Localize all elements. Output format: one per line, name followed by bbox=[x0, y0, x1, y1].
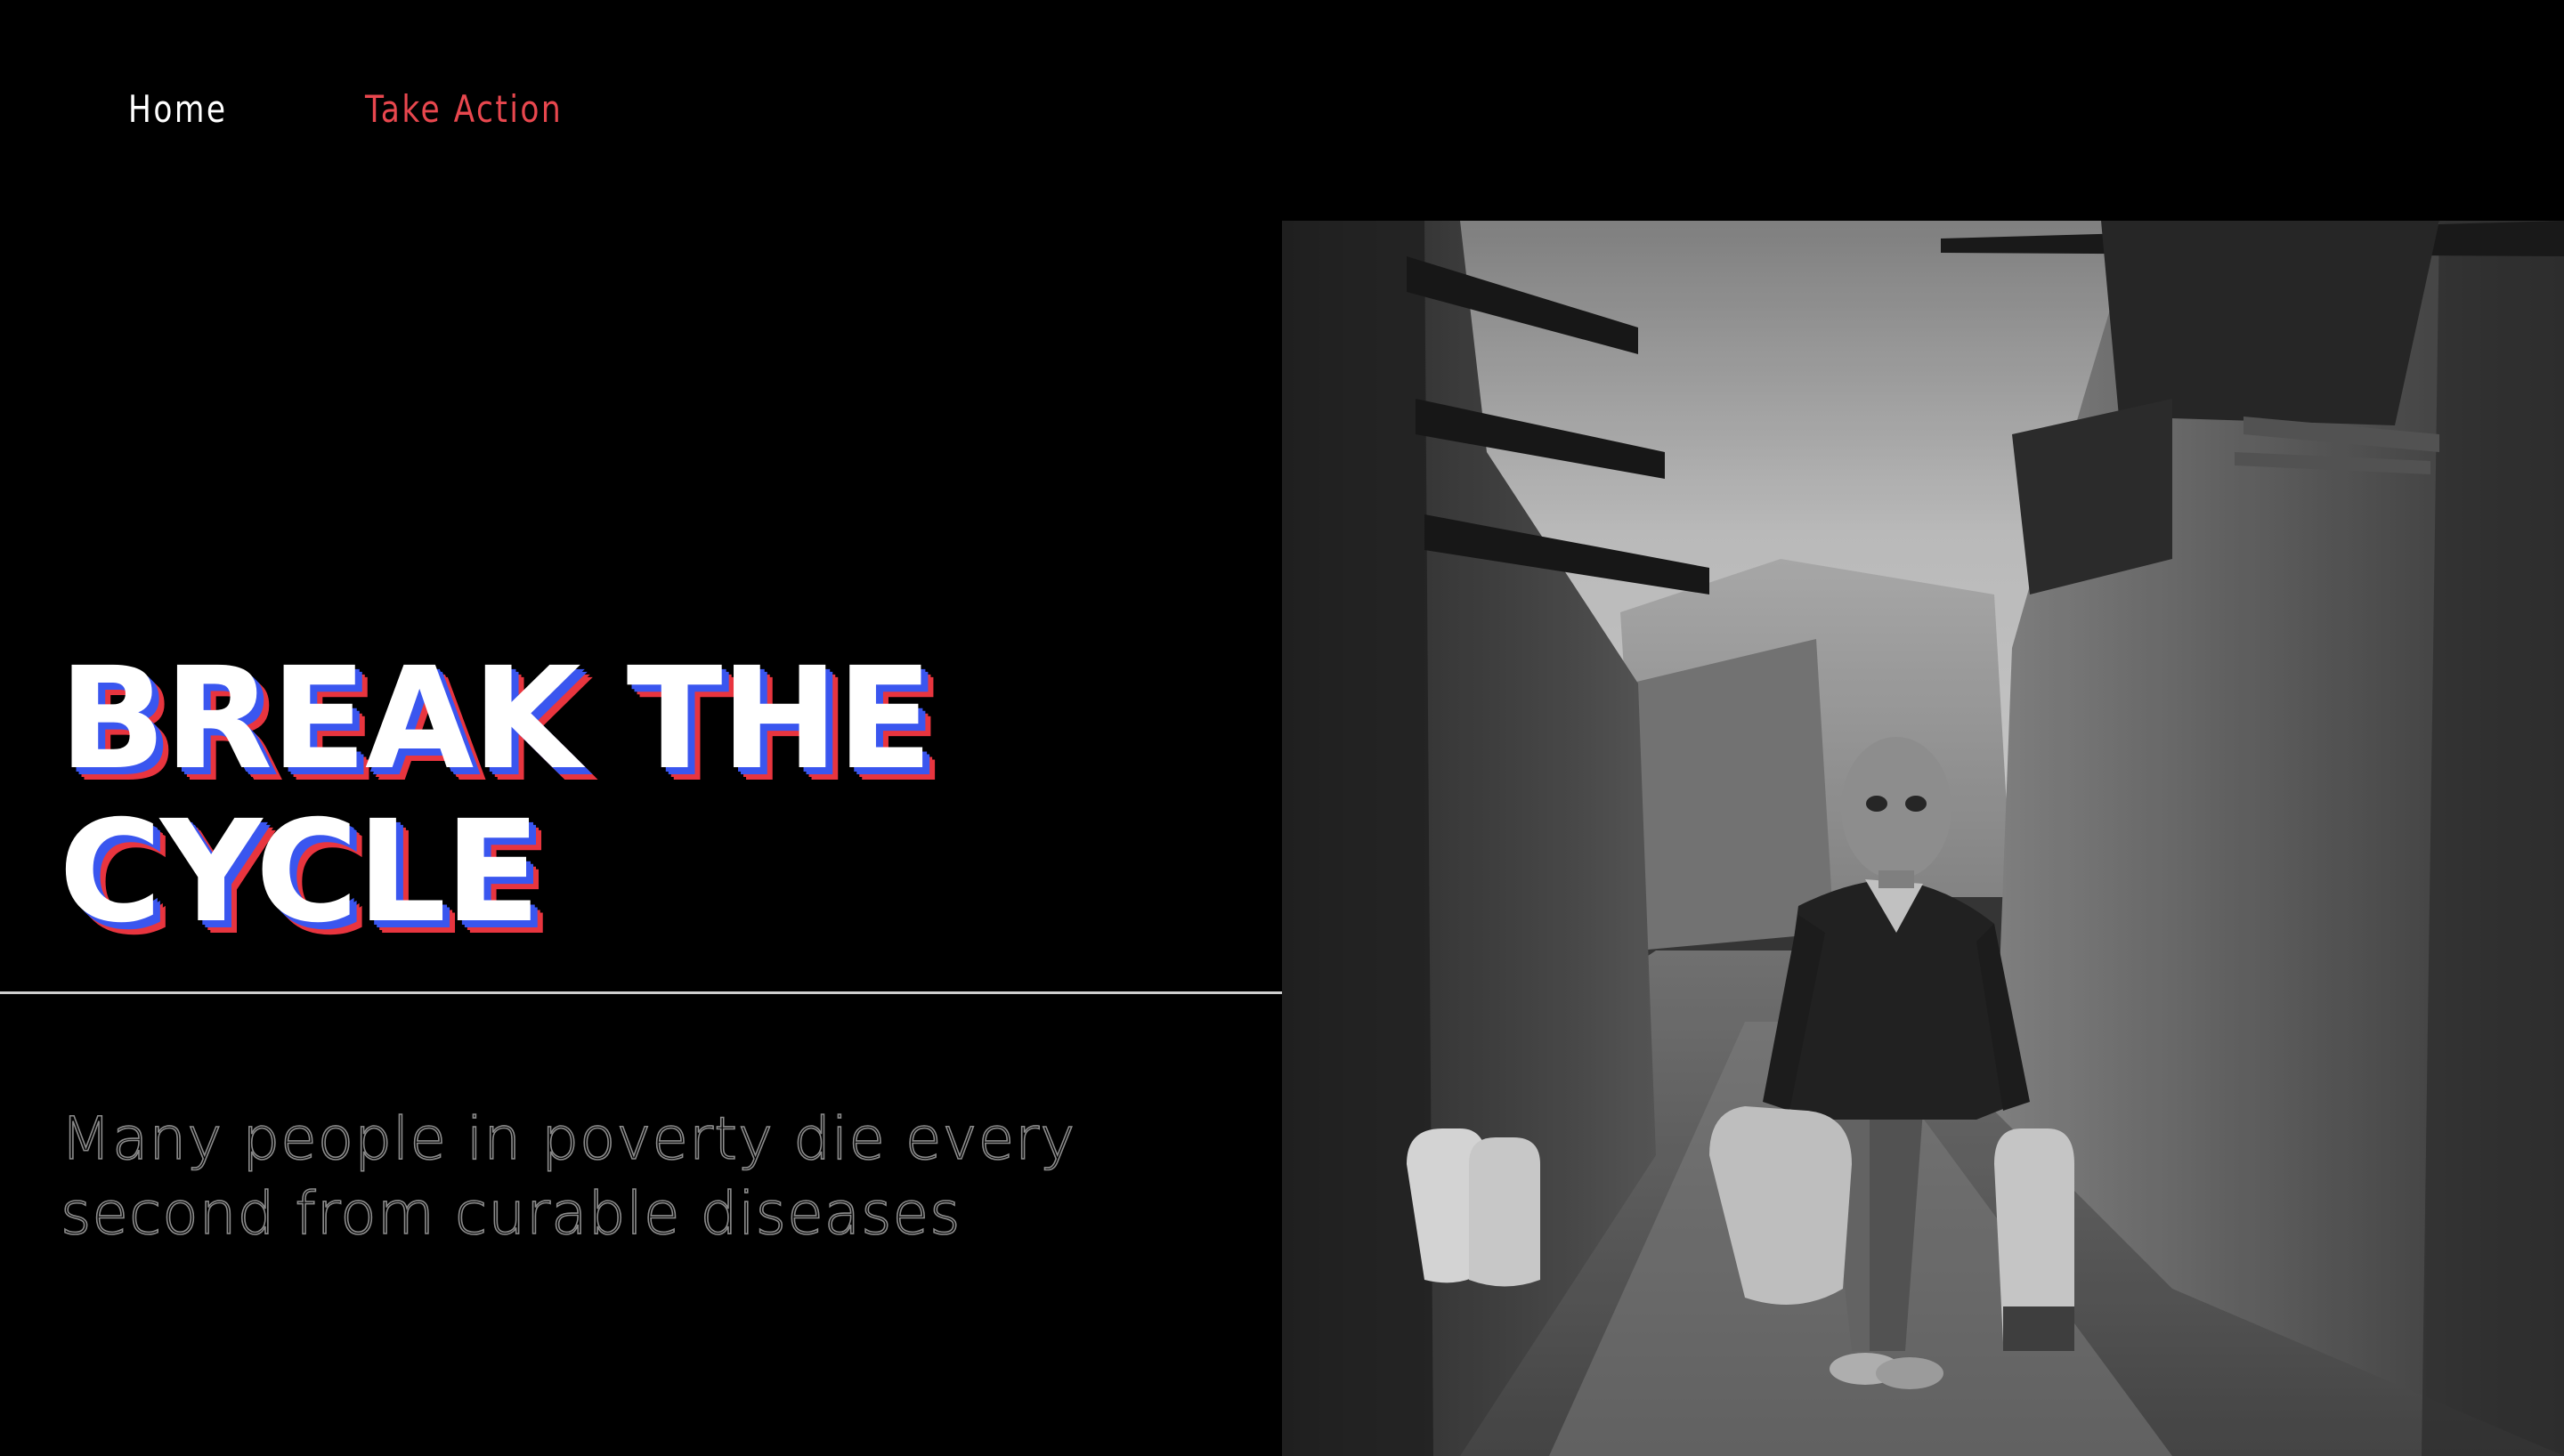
hero-subtitle: Many people in poverty die every second … bbox=[60, 1102, 1129, 1251]
hero-subtitle-line-1: Many people in poverty die every bbox=[60, 1104, 1076, 1174]
hero-headline-line-1: BREAK THE bbox=[59, 637, 933, 801]
hero-photo-illustration bbox=[1282, 221, 2564, 1456]
nav-home-link[interactable]: Home bbox=[128, 87, 228, 131]
hero-photo bbox=[1282, 221, 2564, 1456]
top-nav: Home Take Action bbox=[128, 80, 606, 137]
section-divider bbox=[0, 991, 1282, 994]
hero-subtitle-line-2: second from curable diseases bbox=[60, 1178, 961, 1249]
hero-headline-line-2: CYCLE bbox=[59, 790, 540, 954]
hero-headline: BREAK THE CYCLE bbox=[59, 637, 933, 954]
nav-take-action-link[interactable]: Take Action bbox=[365, 87, 563, 131]
